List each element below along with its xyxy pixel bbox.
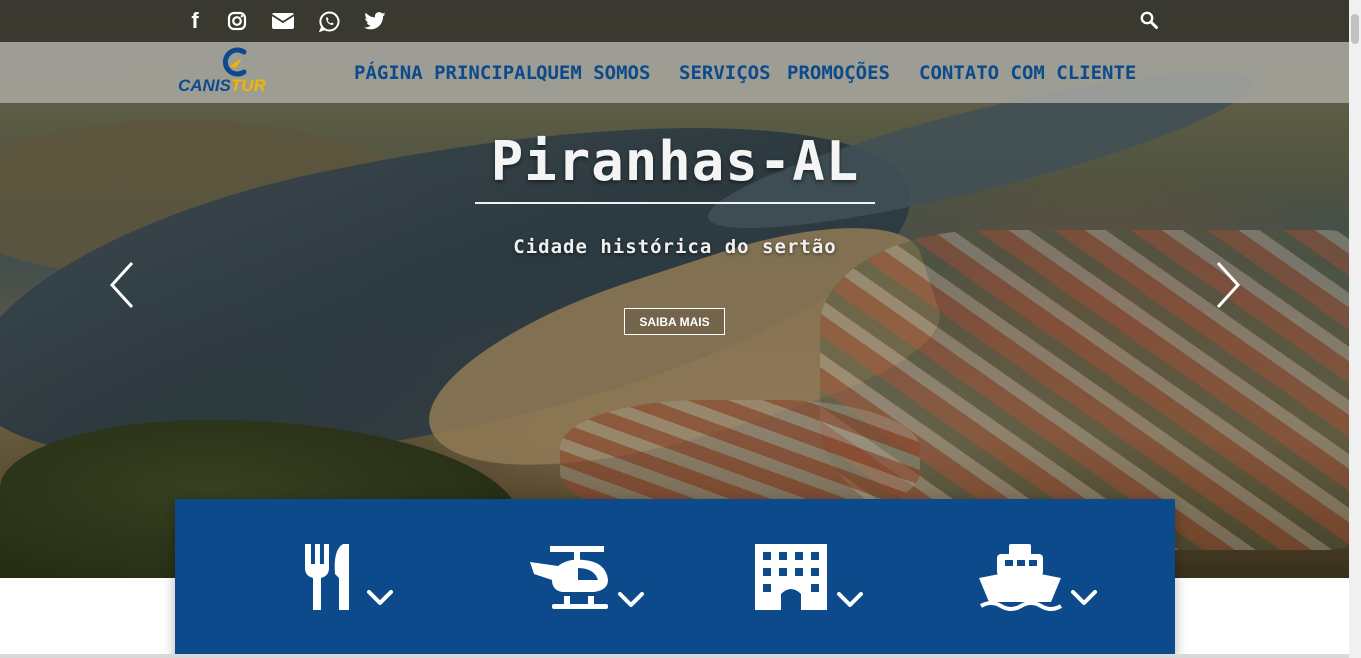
helicopter-icon (530, 546, 644, 609)
helicopter-service[interactable] (528, 540, 653, 614)
page-scrollbar[interactable] (1349, 0, 1361, 658)
learn-more-button[interactable]: SAIBA MAIS (624, 308, 725, 335)
twitter-icon[interactable] (363, 10, 387, 32)
hero-subtitle: Cidade histórica do sertão (513, 236, 837, 258)
hotel-service[interactable] (755, 540, 870, 614)
logo-text-primary: CANIS (178, 76, 231, 95)
facebook-icon[interactable]: f (183, 8, 207, 33)
restaurant-icon (305, 544, 393, 610)
restaurant-service[interactable] (303, 540, 403, 614)
nav-item-contact[interactable]: CONTATO COM CLIENTE (919, 62, 1136, 84)
nav-item-services[interactable]: SERVIÇOS (679, 62, 771, 84)
email-icon[interactable] (271, 10, 295, 32)
nav-item-about[interactable]: QUEM SOMOS (536, 62, 650, 84)
logo-text-accent: TUR (230, 76, 266, 95)
bottom-edge (0, 654, 1349, 658)
hotel-icon (755, 544, 863, 610)
facebook-glyph: f (191, 8, 199, 33)
nav-item-promotions[interactable]: PROMOÇÕES (787, 62, 890, 84)
instagram-icon[interactable] (225, 10, 249, 32)
hero-title: Piranhas-AL (490, 130, 860, 193)
chevron-left-icon[interactable] (108, 260, 142, 310)
ship-service[interactable] (979, 540, 1104, 614)
logo-mark-icon (222, 47, 247, 77)
search-icon[interactable] (1140, 11, 1160, 31)
ship-icon (979, 544, 1097, 611)
nav-item-home[interactable]: PÁGINA PRINCIPAL (354, 62, 537, 84)
whatsapp-icon[interactable] (317, 10, 341, 32)
chevron-right-icon[interactable] (1210, 260, 1244, 310)
scrollbar-thumb[interactable] (1351, 14, 1359, 44)
hero-title-divider (475, 202, 875, 204)
brand-logo[interactable]: CANISTUR (178, 46, 296, 98)
logo-text: CANISTUR (178, 76, 266, 96)
